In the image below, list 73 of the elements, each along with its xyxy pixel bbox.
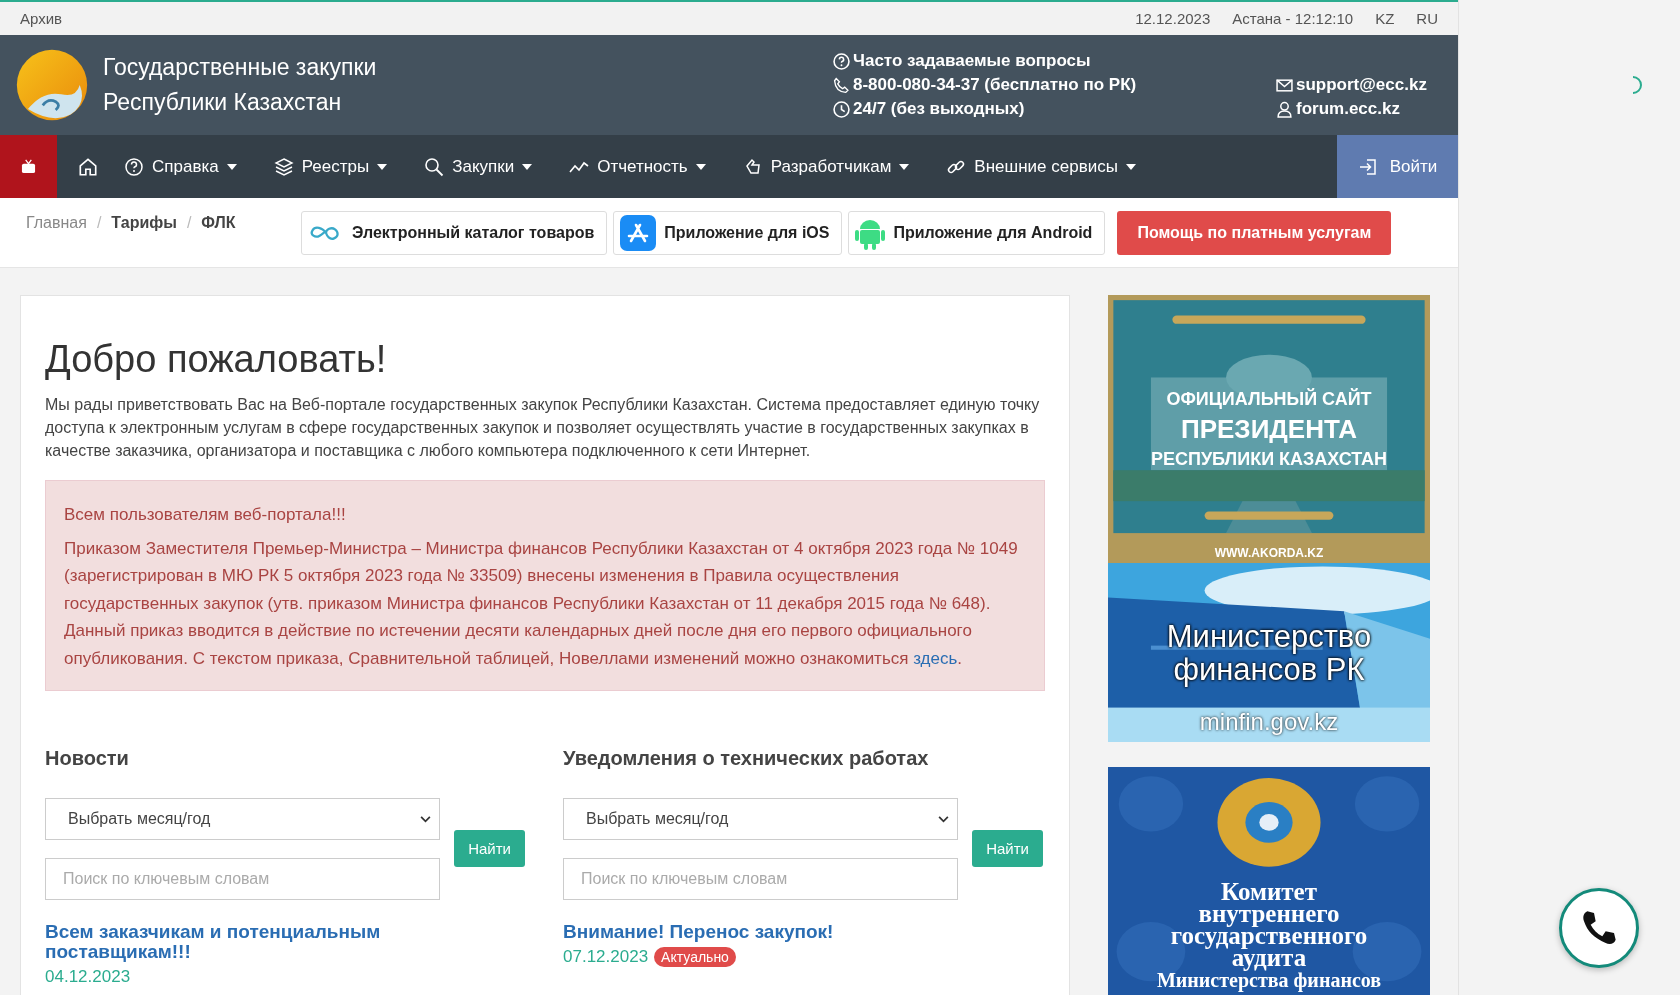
call-button[interactable] <box>1559 888 1639 968</box>
chevron-down-icon <box>938 815 950 823</box>
month-year-select[interactable]: Выбрать месяц/год <box>563 798 959 840</box>
search-icon <box>424 156 445 177</box>
paid-services-help-button[interactable]: Помощь по платным услугам <box>1117 211 1392 255</box>
keyword-search-field[interactable]: Поиск по ключевым словам <box>563 858 959 900</box>
contact-link[interactable]: forum.ecc.kz <box>1296 97 1400 121</box>
city-time-text: Астана - 12:12:10 <box>1232 10 1354 27</box>
month-year-select[interactable]: Выбрать месяц/год <box>45 798 441 840</box>
language-link[interactable]: KZ <box>1375 10 1395 27</box>
banner-url: minfin.gov.kz <box>1199 708 1339 736</box>
caret-icon <box>377 163 388 170</box>
nav-menu-item[interactable]: Отчетность <box>569 156 706 177</box>
breadcrumb-separator: / <box>96 214 102 233</box>
contact-link[interactable]: support@ecc.kz <box>1296 73 1427 97</box>
nav-menu-item[interactable]: Внешние сервисы <box>946 156 1136 177</box>
alert-text: Приказом Заместителя Премьер-Министра – Министра финансов Республики Казахстан от 4 октября 2023 года № 1049 (зарегистрирован в МЮ РК 5 октября 2023 года № 33509) внесены изменения в Правила осуществления государственных закупок (утв. приказом Министра финансов Республики Казахстан от 11 декабря 2015 года № 648). Данный приказ вводится в действие по истечении десяти календарных дней после дня его первого официального опубликования. С текстом приказа, Сравнительной таблицей, Новеллами изменений можно ознакомиться здесь. <box>64 537 1019 670</box>
caret-icon <box>226 163 237 170</box>
welcome-text: Мы рады приветствовать Вас на Веб-портале государственных закупок Республики Казахстан. Система предоставляет единую точку доступа к электронным услугам в сфере государственных закупок и позволяет осуществлять участие в государственных закупках в качестве заказчика, организатора и поставщика с любого компьютера подключенного к сети Интернет. <box>45 395 1041 461</box>
layers-icon <box>273 156 294 177</box>
banner-text: Комитет <box>1221 881 1317 903</box>
site-title: Республики Казахстан <box>103 88 343 117</box>
user-icon <box>1276 100 1293 118</box>
contact-link[interactable]: Часто задаваемые вопросы <box>853 49 1091 73</box>
app-button[interactable]: Приложение для Android <box>848 211 1106 255</box>
chevron-down-icon <box>420 815 432 823</box>
banner[interactable]: Комитет внутреннего государственного аудита Министерства финансов <box>1108 767 1430 995</box>
section-title: Новости <box>45 747 130 770</box>
app-button[interactable]: Электронный каталог товаров <box>301 211 608 255</box>
status-badge: Актуально <box>654 947 736 967</box>
welcome-title: Добро пожаловать! <box>45 338 388 381</box>
login-button[interactable]: Войти <box>1337 135 1458 198</box>
nav-menu-item[interactable]: Закупки <box>424 156 533 177</box>
news-date: 04.12.2023 <box>45 967 131 987</box>
loading-spinner-icon <box>1632 76 1642 94</box>
caret-icon <box>1125 163 1136 170</box>
tv-icon <box>21 159 36 174</box>
caret-icon <box>899 163 910 170</box>
banner-text: внутреннего <box>1198 903 1340 925</box>
clock-icon <box>833 100 850 118</box>
nav-menu-item[interactable]: Справка <box>124 156 237 177</box>
news-title-link[interactable]: Всем заказчикам и потенциальным поставщикам!!! <box>45 922 525 962</box>
caret-icon <box>522 163 533 170</box>
breadcrumb: Тарифы <box>111 214 177 233</box>
sun-logo-icon[interactable] <box>15 48 89 122</box>
archive-link[interactable]: Архив <box>20 10 63 27</box>
language-link[interactable]: RU <box>1416 10 1438 27</box>
site-title: Государственные закупки <box>103 53 378 82</box>
banner[interactable]: Министерство финансов РК minfin.gov.kz <box>1108 563 1430 742</box>
caret-icon <box>695 163 706 170</box>
app-button[interactable]: Приложение для iOS <box>613 211 843 255</box>
question-icon <box>124 156 144 177</box>
date-text: 12.12.2023 <box>1135 10 1211 27</box>
alert-heading: Всем пользователям веб-портала!!! <box>64 504 347 526</box>
here-link[interactable]: здесь <box>913 648 958 668</box>
news-date: 07.12.2023 <box>563 947 649 967</box>
keyword-search-field[interactable]: Поиск по ключевым словам <box>45 858 441 900</box>
sign-in-icon <box>1357 156 1378 177</box>
news-title-link[interactable]: Внимание! Перенос закупок! <box>563 922 1043 942</box>
breadcrumb-separator: / <box>186 214 192 233</box>
contact-link[interactable]: 24/7 (без выходных) <box>853 97 1025 121</box>
nav-menu-item[interactable]: Разработчикам <box>742 156 910 177</box>
nav-menu-item[interactable]: Реестры <box>273 156 388 177</box>
mail-icon <box>1276 76 1293 94</box>
question-icon <box>833 52 850 70</box>
contact-link[interactable]: 8-800-080-34-37 (бесплатно по РК) <box>853 73 1137 97</box>
breadcrumb[interactable]: Главная <box>26 214 87 267</box>
breadcrumb: ФЛК <box>201 214 236 233</box>
banner-text: Министерство <box>1166 619 1372 653</box>
section-title: Уведомления о технических работах <box>563 747 930 770</box>
youtube-button[interactable] <box>0 135 57 198</box>
phone-icon <box>833 76 850 94</box>
app-store-icon <box>620 215 657 251</box>
